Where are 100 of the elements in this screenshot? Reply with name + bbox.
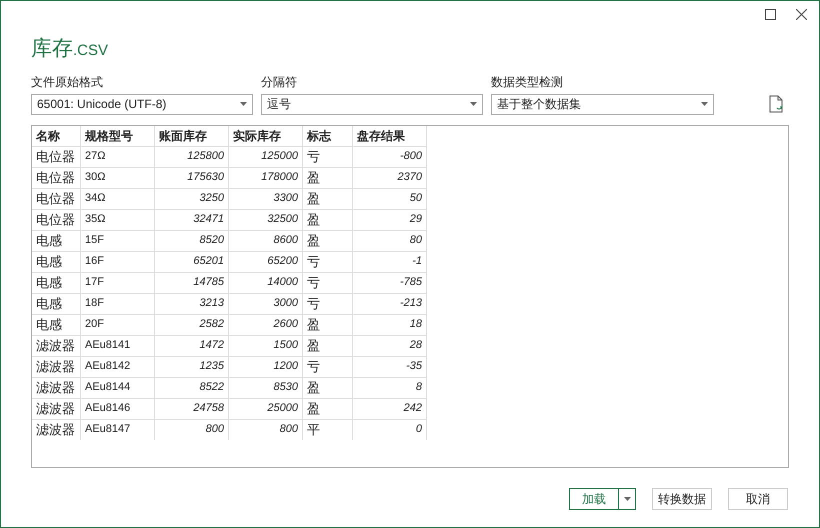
table-cell: 32471	[155, 208, 229, 230]
refresh-file-icon[interactable]	[769, 94, 785, 112]
table-cell: 65201	[155, 250, 229, 272]
table-cell: 18F	[81, 292, 155, 314]
table-cell: 滤波器	[32, 376, 81, 398]
table-cell: 8600	[229, 230, 303, 250]
dialog-button[interactable]: 转换数据	[652, 488, 712, 510]
table-cell: 盈	[303, 376, 353, 398]
table-cell: -800	[353, 146, 427, 166]
table-cell: 1472	[155, 334, 229, 356]
table-cell: 15F	[81, 230, 155, 250]
table-cell: 电感	[32, 230, 81, 250]
table-cell: -1	[353, 250, 427, 272]
table-cell: 亏	[303, 356, 353, 376]
close-icon[interactable]	[796, 9, 807, 20]
table-cell: 电感	[32, 314, 81, 334]
table-cell: 125800	[155, 146, 229, 166]
table-cell: 14785	[155, 272, 229, 292]
table-cell: 1500	[229, 334, 303, 356]
table-cell: 34Ω	[81, 188, 155, 208]
column-header: 规格型号	[81, 126, 155, 146]
table-cell: 3250	[155, 188, 229, 208]
table-cell: 32500	[229, 208, 303, 230]
table-cell: 27Ω	[81, 146, 155, 166]
table-cell: 0	[353, 418, 427, 440]
table-cell: 20F	[81, 314, 155, 334]
table-cell: 80	[353, 230, 427, 250]
table-cell: 电感	[32, 292, 81, 314]
table-cell: 平	[303, 418, 353, 440]
table-cell: 800	[155, 418, 229, 440]
table-cell: AEu8147	[81, 418, 155, 440]
table-cell: 1235	[155, 356, 229, 376]
table-cell: 125000	[229, 146, 303, 166]
table-cell: AEu8146	[81, 398, 155, 418]
maximize-icon[interactable]	[765, 9, 776, 20]
column-header: 账面库存	[155, 126, 229, 146]
caret-icon	[701, 102, 708, 106]
table-cell: 14000	[229, 272, 303, 292]
table-cell: 亏	[303, 146, 353, 166]
table-cell: 65200	[229, 250, 303, 272]
dropdown[interactable]: 65001: Unicode (UTF-8)	[31, 94, 253, 114]
table-cell: 2370	[353, 166, 427, 188]
table-cell: 8	[353, 376, 427, 398]
file-extension: .CSV	[73, 41, 108, 61]
table-cell: 3300	[229, 188, 303, 208]
table-cell: 亏	[303, 250, 353, 272]
table-cell: 16F	[81, 250, 155, 272]
table-cell: 滤波器	[32, 334, 81, 356]
table-cell: AEu8144	[81, 376, 155, 398]
table-cell: 电位器	[32, 146, 81, 166]
table-cell: 亏	[303, 272, 353, 292]
table-cell: 800	[229, 418, 303, 440]
dialog-button[interactable]: 取消	[728, 488, 788, 510]
table-cell: 盈	[303, 314, 353, 334]
table-cell: 滤波器	[32, 356, 81, 376]
table-cell: 滤波器	[32, 418, 81, 440]
table-cell: 29	[353, 208, 427, 230]
table-cell: 盈	[303, 334, 353, 356]
table-cell: 17F	[81, 272, 155, 292]
table-cell: 2600	[229, 314, 303, 334]
table-cell: 8530	[229, 376, 303, 398]
table-cell: 3213	[155, 292, 229, 314]
table-cell: 178000	[229, 166, 303, 188]
table-cell: AEu8142	[81, 356, 155, 376]
field-label: 数据类型检测	[491, 74, 564, 90]
window-title: 库存	[31, 36, 73, 62]
table-cell: 盈	[303, 166, 353, 188]
table-cell: 盈	[303, 188, 353, 208]
field-label: 文件原始格式	[31, 74, 104, 90]
table-cell: AEu8141	[81, 334, 155, 356]
table-cell: 盈	[303, 230, 353, 250]
dropdown[interactable]: 基于整个数据集	[491, 94, 714, 114]
table-cell: 242	[353, 398, 427, 418]
caret-icon	[624, 496, 630, 500]
dropdown[interactable]: 逗号	[261, 94, 483, 114]
table-cell: -785	[353, 272, 427, 292]
table-cell: 18	[353, 314, 427, 334]
table-cell: -35	[353, 356, 427, 376]
column-header: 实际库存	[229, 126, 303, 146]
table-cell: 盈	[303, 398, 353, 418]
table-cell: 30Ω	[81, 166, 155, 188]
table-cell: 50	[353, 188, 427, 208]
table-cell: 电感	[32, 272, 81, 292]
table-cell: 3000	[229, 292, 303, 314]
table-cell: 滤波器	[32, 398, 81, 418]
column-header: 盘存结果	[353, 126, 427, 146]
table-cell: 25000	[229, 398, 303, 418]
table-cell: 1200	[229, 356, 303, 376]
column-header: 名称	[32, 126, 81, 146]
table-cell: 28	[353, 334, 427, 356]
table-cell: 电位器	[32, 188, 81, 208]
table-cell: 盈	[303, 208, 353, 230]
table-cell: 电位器	[32, 166, 81, 188]
table-cell: 35Ω	[81, 208, 155, 230]
table-cell: 8522	[155, 376, 229, 398]
table-cell: 175630	[155, 166, 229, 188]
table-cell: 电感	[32, 250, 81, 272]
table-cell: 8520	[155, 230, 229, 250]
table-cell: 2582	[155, 314, 229, 334]
caret-icon	[240, 102, 247, 106]
